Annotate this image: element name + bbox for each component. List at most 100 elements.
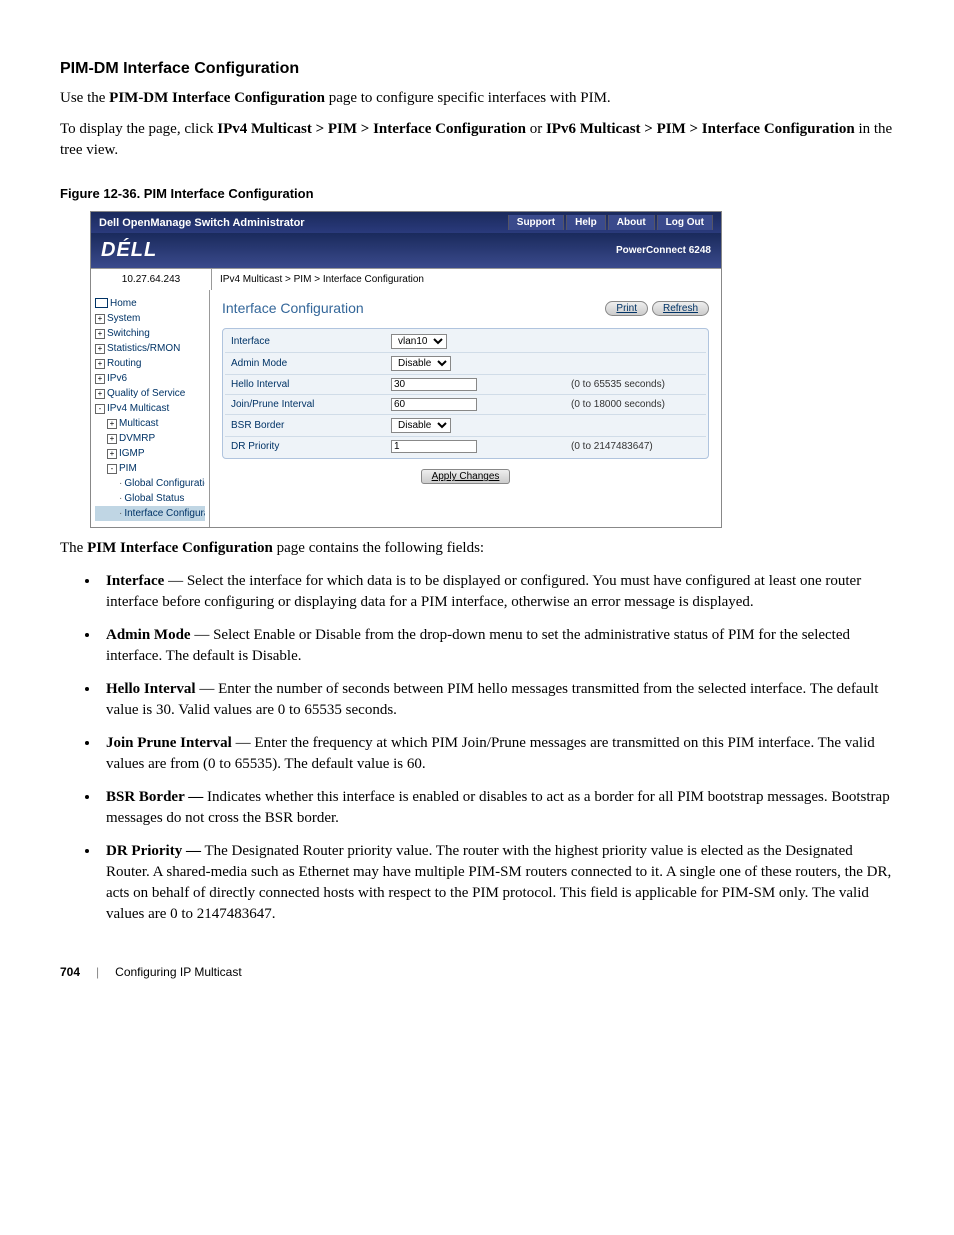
tree-home[interactable]: Home	[95, 296, 205, 311]
term: Admin Mode	[106, 627, 191, 643]
tree-global-config[interactable]: ·Global Configuration	[95, 476, 205, 491]
tree-label: Home	[110, 298, 137, 309]
label-admin-mode: Admin Mode	[231, 358, 391, 369]
expand-icon[interactable]: +	[95, 344, 105, 354]
term: BSR Border —	[106, 789, 203, 805]
expand-icon[interactable]: +	[95, 374, 105, 384]
app-title: Dell OpenManage Switch Administrator	[99, 217, 305, 229]
post-figure-text: The PIM Interface Configuration page con…	[60, 538, 894, 559]
expand-icon[interactable]: +	[107, 449, 117, 459]
bsr-border-select[interactable]: Disable	[391, 418, 451, 433]
tree-switching[interactable]: +Switching	[95, 326, 205, 341]
field-list: Interface — Select the interface for whi…	[60, 571, 894, 925]
label-bsr-border: BSR Border	[231, 420, 391, 431]
tree-igmp[interactable]: +IGMP	[95, 446, 205, 461]
interface-select[interactable]: vlan10	[391, 334, 447, 349]
term: Join Prune Interval	[106, 735, 232, 751]
breadcrumb: IPv4 Multicast > PIM > Interface Configu…	[212, 269, 432, 290]
expand-icon[interactable]: +	[95, 359, 105, 369]
hint-join: (0 to 18000 seconds)	[571, 399, 665, 410]
tree-label: IGMP	[119, 448, 145, 459]
chapter-title: Configuring IP Multicast	[115, 965, 242, 979]
admin-mode-select[interactable]: Disable	[391, 356, 451, 371]
tree-pim[interactable]: -PIM	[95, 461, 205, 476]
intro-paragraph-2: To display the page, click IPv4 Multicas…	[60, 119, 894, 161]
apply-row: Apply Changes	[222, 459, 709, 484]
logo-bar: DÉLL PowerConnect 6248	[91, 233, 721, 268]
help-link[interactable]: Help	[566, 215, 606, 230]
tree-ipv4-multicast[interactable]: -IPv4 Multicast	[95, 401, 205, 416]
breadcrumb-row: 10.27.64.243 IPv4 Multicast > PIM > Inte…	[91, 268, 721, 290]
bullet-dr-priority: DR Priority — The Designated Router prio…	[100, 841, 894, 925]
tree-label: Global Configuration	[124, 478, 205, 489]
tree-label: Quality of Service	[107, 388, 185, 399]
nav-tree: Home +System +Switching +Statistics/RMON…	[91, 290, 210, 527]
hint-hello: (0 to 65535 seconds)	[571, 379, 665, 390]
text: page contains the following fields:	[273, 540, 484, 556]
row-bsr-border: BSR Border Disable	[225, 415, 706, 437]
desc: Indicates whether this interface is enab…	[106, 789, 890, 826]
tree-label: Statistics/RMON	[107, 343, 180, 354]
expand-icon[interactable]: +	[107, 419, 117, 429]
collapse-icon[interactable]: -	[95, 404, 105, 414]
device-name: PowerConnect 6248	[616, 245, 711, 256]
content-pane: Interface Configuration Print Refresh In…	[210, 290, 721, 527]
bullet-interface: Interface — Select the interface for whi…	[100, 571, 894, 613]
tree-label: DVMRP	[119, 433, 155, 444]
print-button[interactable]: Print	[605, 301, 648, 316]
desc: — Enter the number of seconds between PI…	[106, 681, 878, 718]
collapse-icon[interactable]: -	[107, 464, 117, 474]
tree-label: Switching	[107, 328, 150, 339]
config-form: Interface vlan10 Admin Mode Disable Hell…	[222, 328, 709, 459]
bullet-hello-interval: Hello Interval — Enter the number of sec…	[100, 679, 894, 721]
support-link[interactable]: Support	[508, 215, 564, 230]
expand-icon[interactable]: +	[95, 389, 105, 399]
tree-label: Global Status	[124, 493, 184, 504]
expand-icon[interactable]: +	[95, 314, 105, 324]
tree-routing[interactable]: +Routing	[95, 356, 205, 371]
logout-link[interactable]: Log Out	[657, 215, 713, 230]
row-dr-priority: DR Priority (0 to 2147483647)	[225, 437, 706, 456]
row-join-prune: Join/Prune Interval (0 to 18000 seconds)	[225, 395, 706, 415]
tree-qos[interactable]: +Quality of Service	[95, 386, 205, 401]
page-footer: 704 | Configuring IP Multicast	[60, 965, 894, 979]
intro-paragraph-1: Use the PIM-DM Interface Configuration p…	[60, 88, 894, 109]
text: page to configure specific interfaces wi…	[325, 90, 611, 106]
leaf-icon: ·	[119, 493, 122, 504]
expand-icon[interactable]: +	[107, 434, 117, 444]
text: The	[60, 540, 87, 556]
row-hello-interval: Hello Interval (0 to 65535 seconds)	[225, 375, 706, 395]
dr-priority-input[interactable]	[391, 440, 477, 453]
tree-label: Multicast	[119, 418, 158, 429]
tree-system[interactable]: +System	[95, 311, 205, 326]
term: Hello Interval	[106, 681, 196, 697]
tree-statistics[interactable]: +Statistics/RMON	[95, 341, 205, 356]
section-heading: PIM-DM Interface Configuration	[60, 60, 894, 78]
tree-ipv6[interactable]: +IPv6	[95, 371, 205, 386]
tree-dvmrp[interactable]: +DVMRP	[95, 431, 205, 446]
row-admin-mode: Admin Mode Disable	[225, 353, 706, 375]
hello-interval-input[interactable]	[391, 378, 477, 391]
apply-changes-button[interactable]: Apply Changes	[421, 469, 511, 484]
content-title-row: Interface Configuration Print Refresh	[222, 300, 709, 316]
text: or	[526, 121, 546, 137]
tree-label: System	[107, 313, 140, 324]
tree-label: PIM	[119, 463, 137, 474]
term: DR Priority —	[106, 843, 201, 859]
dell-logo: DÉLL	[101, 239, 157, 262]
about-link[interactable]: About	[608, 215, 655, 230]
tree-interface-config[interactable]: ·Interface Configurati	[95, 506, 205, 521]
label-join-prune: Join/Prune Interval	[231, 399, 391, 410]
term: Interface	[106, 573, 164, 589]
desc: — Select the interface for which data is…	[106, 573, 861, 610]
tree-global-status[interactable]: ·Global Status	[95, 491, 205, 506]
label-interface: Interface	[231, 336, 391, 347]
app-body: Home +System +Switching +Statistics/RMON…	[91, 290, 721, 527]
join-prune-input[interactable]	[391, 398, 477, 411]
figure-caption: Figure 12-36. PIM Interface Configuratio…	[60, 186, 894, 201]
tree-multicast[interactable]: +Multicast	[95, 416, 205, 431]
expand-icon[interactable]: +	[95, 329, 105, 339]
page-number: 704	[60, 965, 80, 979]
text-bold: IPv6 Multicast > PIM > Interface Configu…	[546, 121, 855, 137]
refresh-button[interactable]: Refresh	[652, 301, 709, 316]
